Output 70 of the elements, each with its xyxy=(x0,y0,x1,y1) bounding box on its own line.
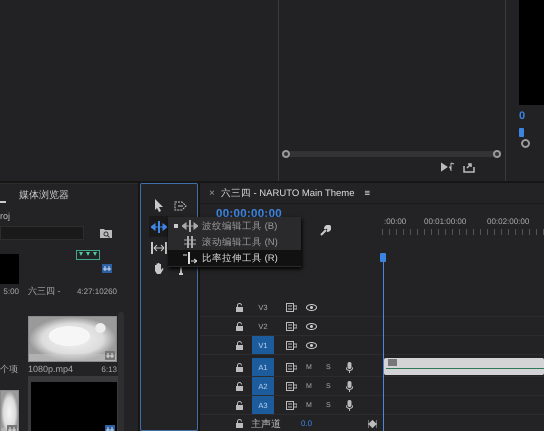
ruler-label: 00:02:00:00 xyxy=(487,217,530,226)
close-icon[interactable]: × xyxy=(209,188,215,198)
menu-item[interactable]: 比率拉伸工具 (R) xyxy=(168,250,301,266)
eye-icon[interactable] xyxy=(306,322,317,330)
ripple-edit-icon[interactable] xyxy=(151,220,167,232)
scrollbar[interactable] xyxy=(118,312,124,431)
sync-lock-icon[interactable] xyxy=(286,340,297,350)
selection-arrow-icon[interactable] xyxy=(154,199,164,212)
audio-clip[interactable] xyxy=(384,358,544,375)
master-track-label: 主声道 xyxy=(251,418,281,430)
ruler-label: :00:00 xyxy=(384,217,408,226)
ripple-edit-icon[interactable] xyxy=(182,220,198,232)
media-tile[interactable]: 六三四 - 4:27:10260 xyxy=(28,248,120,298)
video-thumbnail[interactable] xyxy=(31,382,117,431)
play-audio-icon[interactable] xyxy=(441,162,455,172)
clip-icon xyxy=(105,351,115,360)
media-tile[interactable]: 5:00 xyxy=(0,248,22,298)
clip-name: 六三四 - xyxy=(28,284,60,298)
clip-name: 个项 xyxy=(0,362,18,376)
microphone-icon[interactable] xyxy=(346,380,353,392)
sync-lock-icon[interactable] xyxy=(286,322,297,330)
sync-lock-icon[interactable] xyxy=(286,302,297,312)
menu-item[interactable]: 波纹编辑工具 (B) xyxy=(168,218,301,234)
clip-badge-icon xyxy=(388,359,397,366)
eye-icon[interactable] xyxy=(306,304,317,310)
lock-icon[interactable] xyxy=(236,362,243,372)
video-thumbnail[interactable] xyxy=(0,254,19,284)
zoom-scrollbar[interactable] xyxy=(282,151,501,157)
clip-name: 1080p.mp4 xyxy=(28,364,74,374)
lock-icon[interactable] xyxy=(236,340,243,350)
microphone-icon[interactable] xyxy=(346,400,353,410)
volume-value[interactable]: 0.0 xyxy=(301,419,312,428)
sync-lock-icon[interactable] xyxy=(286,382,297,390)
rolling-edit-icon[interactable] xyxy=(183,236,197,248)
sync-lock-icon[interactable] xyxy=(286,400,297,410)
clip-duration: 6:13 xyxy=(101,364,117,374)
menu-item[interactable]: 滚动编辑工具 (N) xyxy=(168,234,301,250)
media-browser-tab[interactable]: 媒体浏览器 xyxy=(19,188,69,202)
timecode: 0 xyxy=(519,110,526,122)
media-tile[interactable]: 1080p.mp4 6:13 xyxy=(28,298,120,376)
playhead-marker[interactable] xyxy=(519,128,524,137)
clip-duration: 5:00 xyxy=(3,286,19,296)
sync-lock-icon[interactable] xyxy=(286,362,297,372)
wrench-icon[interactable] xyxy=(320,225,331,236)
fit-icon[interactable] xyxy=(368,420,378,428)
media-tile[interactable] xyxy=(28,376,120,431)
playhead-marker[interactable] xyxy=(380,253,386,262)
clip-duration: 4:27:10260 xyxy=(76,286,117,296)
timecode: 00:00:00:00 xyxy=(215,207,283,220)
sequence-icon xyxy=(102,264,112,273)
project-path: roj xyxy=(0,210,12,223)
lock-icon[interactable] xyxy=(236,419,243,428)
lock-icon[interactable] xyxy=(236,382,243,390)
lock-icon[interactable] xyxy=(236,302,243,312)
slip-icon[interactable] xyxy=(151,242,167,254)
audio-badge-icon xyxy=(76,250,100,260)
export-frame-icon[interactable] xyxy=(463,162,475,173)
media-tile[interactable]: 个项 xyxy=(0,298,22,376)
hand-icon[interactable] xyxy=(153,262,165,275)
search-folder-icon[interactable] xyxy=(100,228,112,238)
ruler-label: 00:01:00:00 xyxy=(424,217,468,226)
lock-icon[interactable] xyxy=(236,322,243,330)
microphone-icon[interactable] xyxy=(346,362,353,372)
zoom-handle[interactable] xyxy=(521,139,530,148)
panel-menu-icon[interactable]: ≡ xyxy=(364,188,370,198)
rate-stretch-icon[interactable] xyxy=(183,252,197,264)
eye-icon[interactable] xyxy=(306,342,317,348)
track-select-icon[interactable] xyxy=(174,200,188,210)
sequence-tab[interactable]: 六三四 - NARUTO Main Theme xyxy=(220,186,354,200)
lock-icon[interactable] xyxy=(236,400,243,410)
